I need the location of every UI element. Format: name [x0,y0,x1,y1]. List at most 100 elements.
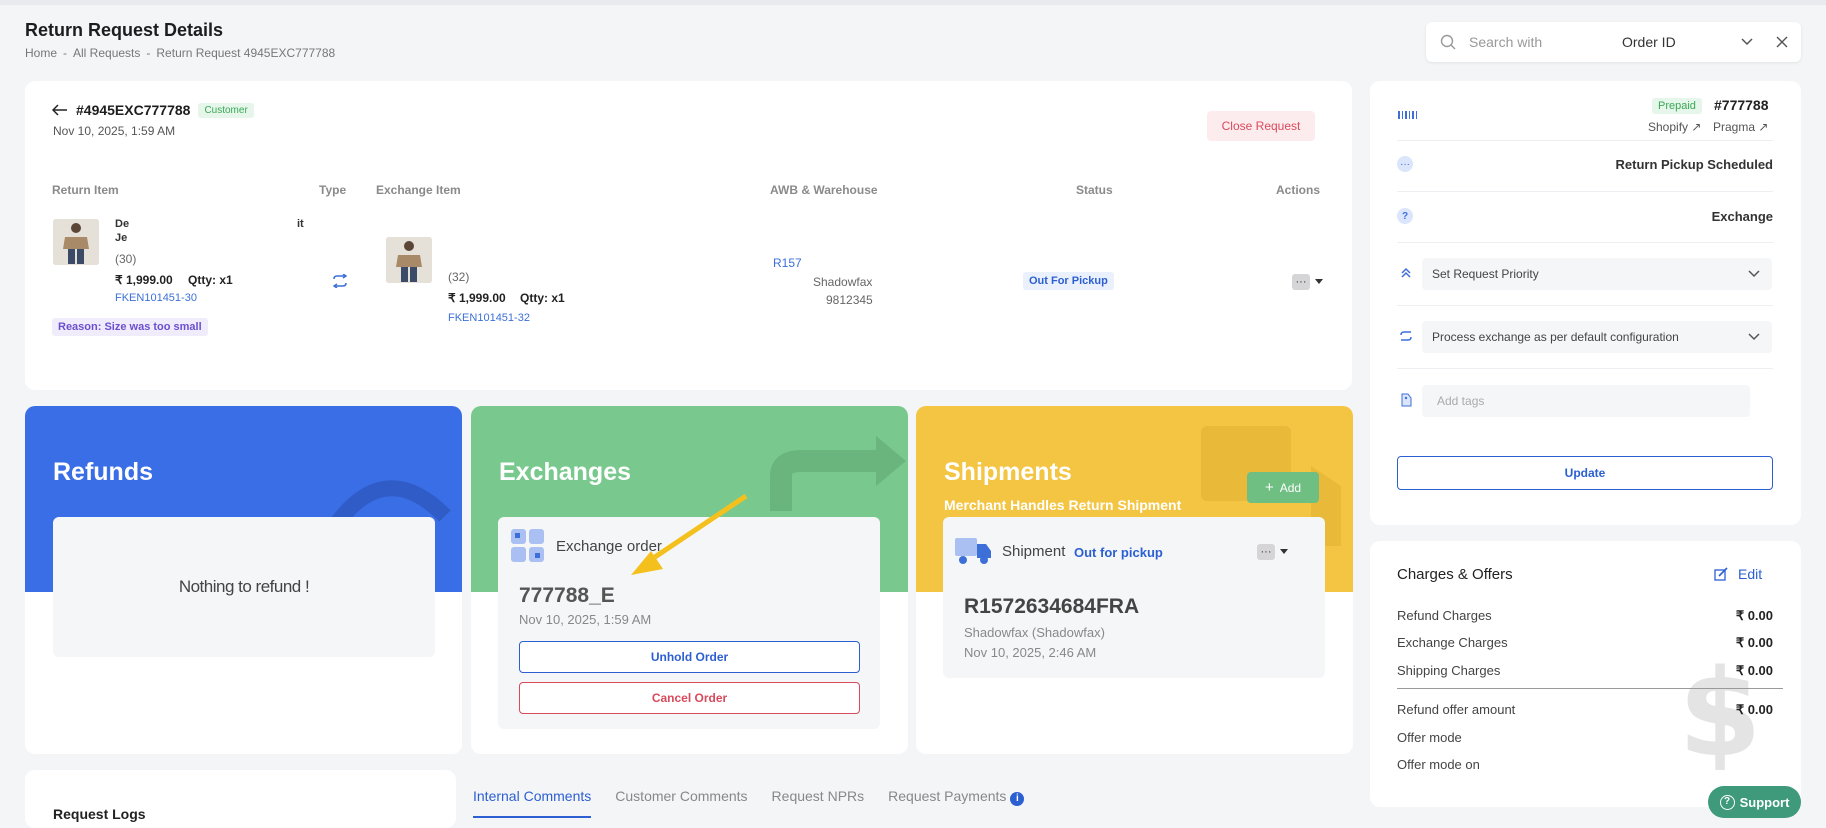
shipment-awb[interactable]: R1572634684FRA [964,595,1139,619]
pickup-status-row: ··· Return Pickup Scheduled [1397,155,1773,192]
awb-link[interactable]: R157 [773,256,802,270]
exchange-item-qty: Qtty: x1 [520,291,565,305]
requester-badge: Customer [198,102,254,118]
return-item-sku[interactable]: FKEN101451-30 [115,292,197,304]
charge-value: ₹ 0.00 [1735,608,1773,623]
breadcrumb-all-requests[interactable]: All Requests [73,46,140,60]
warehouse-name: Shadowfax [813,275,873,289]
tab-customer-comments[interactable]: Customer Comments [615,788,747,818]
priority-select[interactable]: Set Request Priority [1422,258,1772,290]
update-button[interactable]: Update [1397,456,1773,490]
support-button[interactable]: ? Support [1708,786,1801,818]
warehouse-code: 9812345 [826,293,873,307]
charge-row: Refund offer amount ₹ 0.00 [1397,702,1773,717]
request-header: #4945EXC777788 Customer [52,102,254,118]
pragma-link[interactable]: Pragma ↗ [1713,120,1768,134]
charge-row: Exchange Charges ₹ 0.00 [1397,635,1773,650]
return-item-price: ₹ 1,999.00 [115,273,173,287]
shipments-title: Shipments [944,458,1072,486]
column-header-actions: Actions [1276,183,1321,197]
info-icon: i [1010,792,1025,806]
charge-label: Offer mode on [1397,757,1480,772]
caret-down-icon[interactable] [1315,279,1323,285]
top-bar [0,0,1826,5]
column-header-status: Status [1076,183,1113,197]
annotation-arrow-icon [631,493,748,575]
caret-down-icon[interactable] [1280,549,1288,555]
shopify-link[interactable]: Shopify ↗ [1648,120,1701,134]
unhold-order-button[interactable]: Unhold Order [519,641,860,673]
divider [1397,140,1773,141]
shipment-more-button[interactable]: ··· [1257,544,1275,560]
add-shipment-button[interactable]: + Add [1247,472,1319,503]
close-icon[interactable] [1776,36,1788,48]
priority-select-label: Set Request Priority [1432,267,1539,281]
request-type-row: ? Exchange [1397,207,1773,243]
charge-value: ₹ 0.00 [1735,635,1773,650]
exchange-order-icon [511,529,544,562]
pragma-link-label[interactable]: Pragma [1713,120,1755,134]
tab-internal-comments[interactable]: Internal Comments [473,788,592,818]
exchange-watermark-icon [770,436,906,511]
request-card [25,81,1352,390]
search-icon [1440,34,1456,50]
back-arrow-icon[interactable] [52,104,68,116]
request-logs-title: Request Logs [53,806,146,822]
comments-tabs: Internal Comments Customer Comments Requ… [473,788,1025,818]
truck-icon [955,538,991,564]
exchange-item-price: ₹ 1,999.00 [448,291,506,305]
charge-row: Offer mode [1397,730,1773,745]
chevron-down-icon[interactable] [1741,37,1753,47]
edit-charges-button[interactable]: Edit [1714,566,1762,582]
shipments-tile: Shipments Merchant Handles Return Shipme… [916,406,1353,754]
more-options-button[interactable]: ··· [1292,274,1310,290]
shipments-subtitle: Merchant Handles Return Shipment [944,497,1182,513]
shipment-date: Nov 10, 2025, 2:46 AM [964,645,1097,660]
exchange-config-label: Process exchange as per default configur… [1432,330,1679,344]
status-badge: Out For Pickup [1023,272,1114,290]
tab-request-nprs[interactable]: Request NPRs [772,788,865,818]
exchange-config-select[interactable]: Process exchange as per default configur… [1422,321,1772,353]
exchange-type-icon [332,274,348,288]
exchange-item-image[interactable] [386,237,432,283]
column-header-type: Type [319,183,347,197]
shopify-link-label[interactable]: Shopify [1648,120,1688,134]
add-label: Add [1279,480,1302,495]
breadcrumb-home[interactable]: Home [25,46,57,60]
page-title: Return Request Details [25,20,224,40]
pickup-status: Return Pickup Scheduled [1615,157,1773,172]
exchange-config-icon [1400,331,1412,341]
edit-label[interactable]: Edit [1738,566,1762,582]
tags-input[interactable]: Add tags [1422,385,1750,417]
cancel-order-button[interactable]: Cancel Order [519,682,860,714]
return-item-image[interactable] [53,219,99,265]
search-bar[interactable]: Search with Order ID [1426,22,1801,62]
divider [1397,368,1773,369]
charges-title: Charges & Offers [1397,566,1513,583]
breadcrumb: Home - All Requests - Return Request 494… [25,46,335,60]
exchange-order-id[interactable]: 777788_E [519,584,615,608]
close-request-button[interactable]: Close Request [1207,111,1315,141]
exchange-order-date: Nov 10, 2025, 1:59 AM [519,612,652,627]
payment-badge: Prepaid [1652,98,1702,114]
exchange-item-size: (32) [448,270,470,284]
charge-row: Refund Charges ₹ 0.00 [1397,608,1773,623]
external-link-icon: ↗ [1691,120,1702,134]
shipment-status: Out for pickup [1074,545,1163,560]
plus-icon: + [1264,479,1274,496]
exchanges-title: Exchanges [499,458,632,486]
return-item-name-line2: Je [115,232,128,244]
refunds-empty-state: Nothing to refund ! [53,517,435,657]
tab-request-payments[interactable]: Request Payments i [888,788,1025,818]
request-id: #4945EXC777788 [76,102,191,118]
tag-icon [1401,393,1412,407]
search-input[interactable]: Search with [1469,34,1542,50]
charge-label: Refund Charges [1397,608,1492,623]
charge-label: Offer mode [1397,730,1462,745]
return-reason-badge: Reason: Size was too small [52,318,208,336]
search-type-select[interactable]: Order ID [1622,34,1676,50]
return-item-name: De [115,218,130,230]
breadcrumb-separator: - [146,46,151,60]
tab-request-payments-label: Request Payments [888,788,1007,804]
exchange-item-sku[interactable]: FKEN101451-32 [448,312,530,324]
